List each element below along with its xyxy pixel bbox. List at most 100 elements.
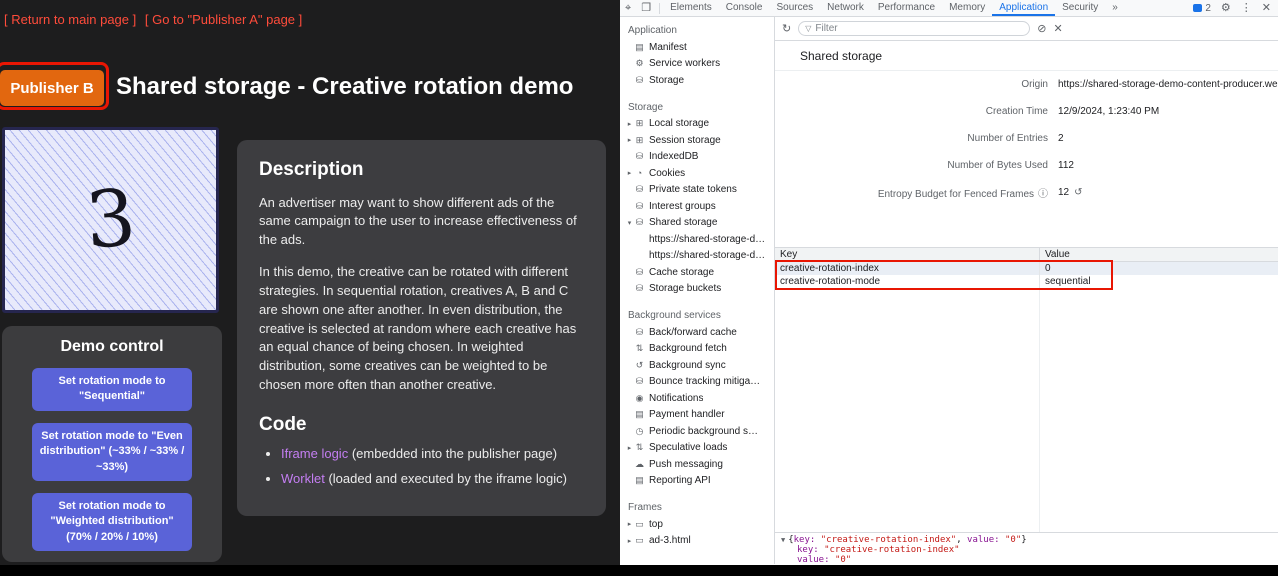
expand-arrow-icon[interactable]: ▸ (625, 169, 634, 177)
sidebar-item-label: Private state tokens (649, 184, 737, 195)
reset-budget-icon[interactable]: ↺ (1074, 187, 1082, 198)
meta-value: https://shared-storage-demo-content-prod… (1058, 79, 1278, 90)
sidebar-item-periodic-background-sync[interactable]: ◷ Periodic background s… (620, 423, 774, 440)
rotation-sequential-button[interactable]: Set rotation mode to "Sequential" (32, 368, 192, 411)
sidebar-item-push-messaging[interactable]: ☁ Push messaging (620, 456, 774, 473)
sidebar-item-back-forward-cache[interactable]: ⛁ Back/forward cache (620, 324, 774, 341)
sidebar-item-storage-buckets[interactable]: ⛁ Storage buckets (620, 281, 774, 298)
sidebar-item-frame-top[interactable]: ▸ ▭ top (620, 516, 774, 533)
tab-network[interactable]: Network (820, 0, 871, 16)
sidebar-item-label: Periodic background s… (649, 426, 758, 437)
sidebar-item-notifications[interactable]: ◉ Notifications (620, 390, 774, 407)
storage-items-table: Key Value creative-rotation-index 0 crea… (775, 247, 1278, 532)
column-header-value[interactable]: Value (1039, 248, 1278, 261)
rotation-weighted-distribution-button[interactable]: Set rotation mode to "Weighted distribut… (32, 493, 192, 551)
close-icon[interactable]: ✕ (1053, 22, 1062, 35)
issues-badge[interactable]: 2 (1188, 3, 1216, 14)
preview-entry-key: key: "creative-rotation-index" (781, 545, 1278, 555)
sidebar-item-payment-handler[interactable]: ▤ Payment handler (620, 407, 774, 424)
sidebar-item-indexeddb[interactable]: ⛁ IndexedDB (620, 149, 774, 166)
tab-application[interactable]: Application (992, 0, 1055, 16)
sidebar-item-cookies[interactable]: ▸ ◔ Cookies (620, 165, 774, 182)
sidebar-item-interest-groups[interactable]: ⛁ Interest groups (620, 198, 774, 215)
tab-sources[interactable]: Sources (769, 0, 820, 16)
info-icon[interactable]: ⓘ (1038, 189, 1048, 200)
sidebar-item-private-state-tokens[interactable]: ⛁ Private state tokens (620, 182, 774, 199)
sidebar-item-label: Background fetch (649, 343, 727, 354)
sidebar-item-background-fetch[interactable]: ⇅ Background fetch (620, 341, 774, 358)
sidebar-item-shared-storage-origin-1[interactable]: https://shared-storage-d… (620, 231, 774, 248)
list-item-text: (embedded into the publisher page) (348, 446, 557, 461)
refresh-icon[interactable]: ↻ (782, 22, 791, 35)
sidebar-item-manifest[interactable]: ▤ Manifest (620, 39, 774, 56)
rotation-even-distribution-button[interactable]: Set rotation mode to "Even distribution"… (32, 423, 192, 481)
device-toolbar-icon[interactable]: ❐ (636, 0, 656, 17)
preview-token: "creative-rotation-index" (824, 545, 959, 555)
table-row[interactable]: creative-rotation-index 0 (775, 262, 1278, 275)
expand-arrow-icon[interactable]: ▸ (625, 120, 634, 128)
close-devtools-icon[interactable]: ✕ (1257, 0, 1276, 17)
sidebar-item-label: Notifications (649, 393, 703, 404)
expand-arrow-icon[interactable]: ▸ (625, 136, 634, 144)
preview-token: } (1021, 535, 1026, 545)
card-icon: ▤ (634, 409, 645, 420)
sidebar-item-frame-ad3[interactable]: ▸ ▭ ad-3.html (620, 533, 774, 550)
page-title: Shared storage - Creative rotation demo (116, 73, 573, 101)
sidebar-item-shared-storage[interactable]: ▾ ⛁ Shared storage (620, 215, 774, 232)
table-icon: ⊞ (634, 135, 645, 146)
tab-console[interactable]: Console (719, 0, 770, 16)
expand-arrow-icon[interactable]: ▸ (625, 537, 634, 545)
worklet-link[interactable]: Worklet (281, 471, 325, 486)
sidebar-item-background-sync[interactable]: ↺ Background sync (620, 357, 774, 374)
return-main-link[interactable]: [ Return to main page ] (4, 12, 136, 27)
meta-label: Entropy Budget for Fenced Framesⓘ (775, 185, 1048, 200)
table-row[interactable]: creative-rotation-mode sequential (775, 275, 1278, 288)
sidebar-item-storage[interactable]: ⛁ Storage (620, 72, 774, 89)
filter-input[interactable]: ▽ Filter (798, 21, 1030, 36)
sidebar-item-label: Payment handler (649, 409, 725, 420)
sidebar-item-session-storage[interactable]: ▸ ⊞ Session storage (620, 132, 774, 149)
kebab-menu-icon[interactable]: ⋮ (1236, 0, 1257, 17)
pane-title: Shared storage (775, 41, 1278, 71)
meta-value: 2 (1058, 133, 1064, 144)
publisher-page: [ Return to main page ] [ Go to "Publish… (0, 0, 620, 565)
goto-publisher-a-link[interactable]: [ Go to "Publisher A" page ] (145, 12, 302, 27)
settings-gear-icon[interactable]: ⚙ (1216, 0, 1236, 17)
tab-performance[interactable]: Performance (871, 0, 942, 16)
clock-icon: ◷ (634, 426, 645, 437)
tab-elements[interactable]: Elements (663, 0, 719, 16)
top-links: [ Return to main page ] [ Go to "Publish… (4, 12, 307, 27)
list-item-text: (loaded and executed by the iframe logic… (325, 471, 567, 486)
devtools-body: Application ▤ Manifest ⚙ Service workers… (620, 17, 1278, 564)
creative-number: 3 (83, 173, 139, 266)
description-para-1: An advertiser may want to show different… (259, 194, 584, 251)
bell-icon: ◉ (634, 393, 645, 404)
filter-icon: ▽ (805, 24, 811, 33)
expand-arrow-icon[interactable]: ▸ (625, 520, 634, 528)
column-header-key[interactable]: Key (775, 248, 1039, 261)
collapse-arrow-icon[interactable]: ▾ (625, 219, 634, 227)
sidebar-item-service-workers[interactable]: ⚙ Service workers (620, 56, 774, 73)
triangle-down-icon[interactable]: ▼ (781, 536, 785, 544)
sidebar-item-shared-storage-origin-2[interactable]: https://shared-storage-d… (620, 248, 774, 265)
database-icon: ⛁ (634, 283, 645, 294)
tab-security[interactable]: Security (1055, 0, 1105, 16)
list-item: Worklet (loaded and executed by the ifra… (281, 470, 584, 489)
sidebar-item-cache-storage[interactable]: ⛁ Cache storage (620, 264, 774, 281)
pane-toolbar: ↻ ▽ Filter ⊘ ✕ (775, 17, 1278, 41)
tab-overflow-chevron[interactable]: » (1105, 0, 1125, 16)
sidebar-item-reporting-api[interactable]: ▤ Reporting API (620, 473, 774, 490)
sidebar-item-label: top (649, 519, 663, 530)
inspect-icon[interactable]: ⌖ (620, 0, 636, 17)
sidebar-item-local-storage[interactable]: ▸ ⊞ Local storage (620, 116, 774, 133)
expand-arrow-icon[interactable]: ▸ (625, 444, 634, 452)
iframe-logic-link[interactable]: Iframe logic (281, 446, 348, 461)
issues-count: 2 (1205, 3, 1211, 14)
sidebar-item-bounce-tracking-mitigations[interactable]: ⛁ Bounce tracking mitiga… (620, 374, 774, 391)
sidebar-item-speculative-loads[interactable]: ▸ ⇅ Speculative loads (620, 440, 774, 457)
tab-memory[interactable]: Memory (942, 0, 992, 16)
table-cell-key: creative-rotation-index (775, 262, 1039, 275)
clear-icon[interactable]: ⊘ (1037, 22, 1046, 35)
sidebar-item-label: Local storage (649, 118, 709, 129)
description-para-2: In this demo, the creative can be rotate… (259, 263, 584, 395)
